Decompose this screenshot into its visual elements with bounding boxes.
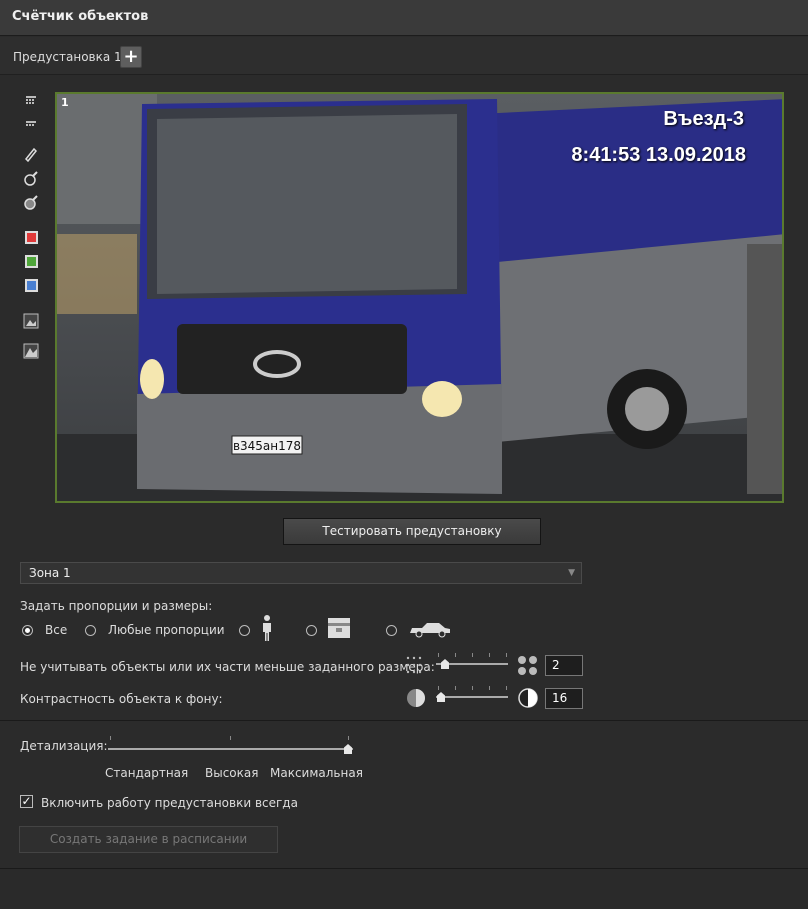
always-on-checkbox[interactable]: ✓ <box>20 795 33 808</box>
radio-car[interactable] <box>386 625 397 636</box>
image-large-icon[interactable] <box>20 340 42 362</box>
detail-level-max: Максимальная <box>270 766 363 780</box>
green-zone-icon[interactable] <box>20 250 42 272</box>
pen-icon[interactable] <box>20 143 42 165</box>
contrast-slider[interactable] <box>436 686 508 706</box>
detail-level-high: Высокая <box>205 766 259 780</box>
pen-minus-icon[interactable] <box>20 191 42 213</box>
blue-zone-icon[interactable] <box>20 274 42 296</box>
window-title: Счётчик объектов <box>12 9 149 24</box>
preset-bar: Предустановка 1 + <box>0 37 808 75</box>
zone-select-value: Зона 1 <box>29 566 71 580</box>
chevron-down-icon: ▼ <box>568 568 575 578</box>
grid-icon[interactable] <box>20 90 42 112</box>
preset-tab[interactable]: Предустановка 1 <box>13 50 122 64</box>
camera-number: 1 <box>61 96 69 109</box>
svg-text:в345ан178: в345ан178 <box>233 439 301 453</box>
contrast-input[interactable]: 16 <box>545 688 583 709</box>
pen-plus-icon[interactable] <box>20 167 42 189</box>
radio-person[interactable] <box>239 625 250 636</box>
create-schedule-button[interactable]: Создать задание в расписании <box>19 826 278 853</box>
person-icon <box>263 615 271 641</box>
contrast-high-icon <box>518 688 538 708</box>
red-zone-icon[interactable] <box>20 226 42 248</box>
osd-camera-name: Въезд-3 <box>663 108 744 130</box>
dots-small-icon <box>406 656 422 674</box>
contrast-slider-thumb[interactable] <box>437 692 445 702</box>
radio-all-label: Все <box>45 623 68 637</box>
radio-any-proportions-label: Любые пропорции <box>108 623 225 637</box>
section-divider <box>0 720 808 721</box>
plus-icon[interactable]: + <box>120 46 142 68</box>
detail-label: Детализация: <box>20 739 108 753</box>
title-bar: Счётчик объектов <box>0 0 808 36</box>
detail-slider[interactable] <box>108 736 353 756</box>
min-size-slider[interactable] <box>436 653 508 673</box>
min-size-slider-thumb[interactable] <box>441 659 449 669</box>
min-size-label: Не учитывать объекты или их части меньше… <box>20 660 435 674</box>
image-small-icon[interactable] <box>20 310 42 332</box>
camera-preview[interactable]: в345ан178 1 Въезд-3 8:41:53 13.09.2018 <box>55 92 784 503</box>
contrast-label: Контрастность объекта к фону: <box>20 692 223 706</box>
contrast-low-icon <box>407 689 425 707</box>
box-icon <box>328 618 350 638</box>
grid-small-icon[interactable] <box>20 113 42 135</box>
test-preset-button[interactable]: Тестировать предустановку <box>283 518 541 545</box>
radio-any-proportions[interactable] <box>85 625 96 636</box>
min-size-input[interactable]: 2 <box>545 655 583 676</box>
car-icon <box>410 623 450 638</box>
footer-panel <box>0 868 808 909</box>
radio-box[interactable] <box>306 625 317 636</box>
osd-datetime: 8:41:53 13.09.2018 <box>571 144 746 166</box>
detail-slider-thumb[interactable] <box>344 744 352 754</box>
detail-level-standard: Стандартная <box>105 766 189 780</box>
proportions-label: Задать пропорции и размеры: <box>20 599 213 613</box>
dots-large-icon <box>518 656 537 675</box>
always-on-label: Включить работу предустановки всегда <box>41 796 298 810</box>
zone-select[interactable]: Зона 1 ▼ <box>20 562 582 584</box>
radio-all[interactable] <box>22 625 33 636</box>
